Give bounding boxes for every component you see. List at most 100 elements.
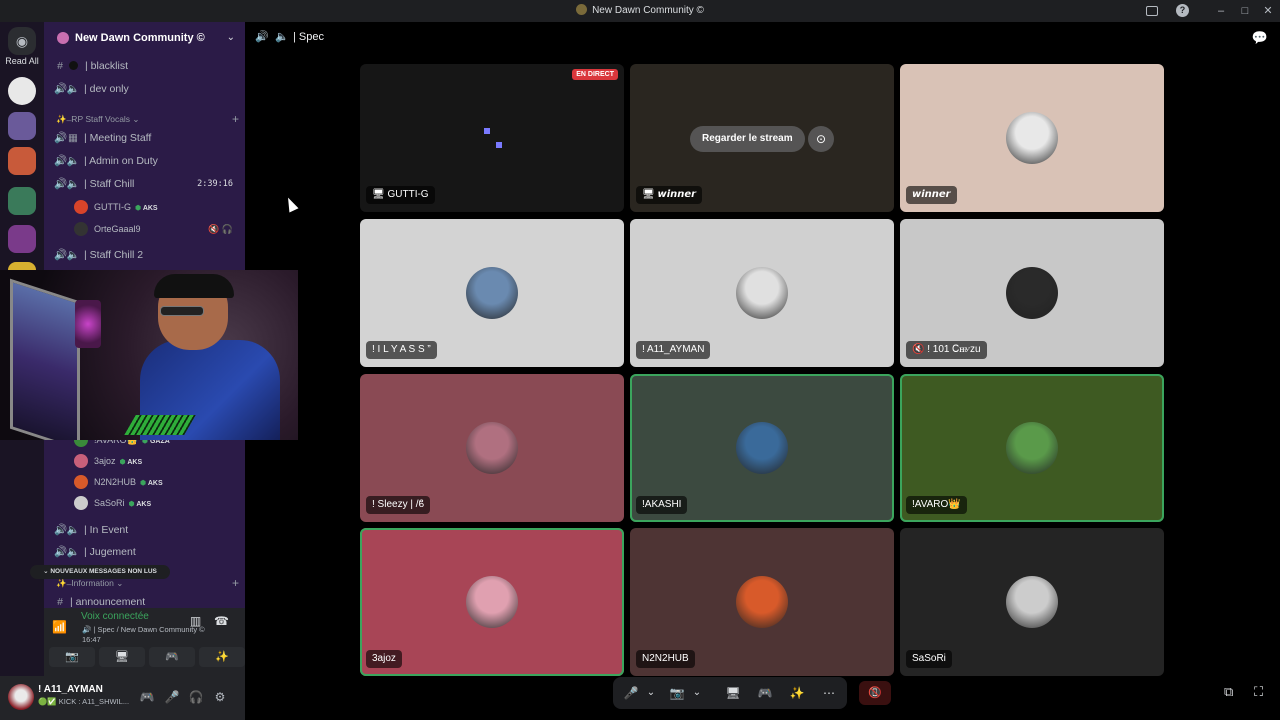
avatar xyxy=(466,267,518,319)
voice-user-3ajoz[interactable]: 3ajoz ⬢ AKS xyxy=(74,451,239,471)
participant-tile-sleezy[interactable]: ! Sleezy | /ϐ xyxy=(360,374,624,522)
server-folder[interactable] xyxy=(8,112,36,140)
server-folder[interactable] xyxy=(8,147,36,175)
participant-tile-3ajoz[interactable]: 3ajoz xyxy=(360,528,624,676)
gear-icon[interactable]: ⚙ xyxy=(211,688,229,706)
muted-icon: 🔇 🎧 xyxy=(208,224,233,234)
channel-jugement[interactable]: 🔊🔈 | Jugement xyxy=(54,542,239,562)
participant-tile-a11-ayman[interactable]: ! A11_AYMAN xyxy=(630,219,894,367)
chat-icon[interactable]: 💬 xyxy=(1252,30,1268,46)
minimize-button[interactable]: – xyxy=(1213,3,1229,19)
channel-header: 🔊 🔈 | Spec 💬 xyxy=(245,22,1280,52)
clan-tag: ⬢ AKS xyxy=(128,501,152,508)
clan-tag: ⬢ AKS xyxy=(119,459,143,466)
soundboard-button[interactable]: ✨ xyxy=(199,647,245,667)
leave-call-button[interactable]: 📵 xyxy=(859,681,891,705)
voice-timer: 2:39:16 xyxy=(197,179,233,189)
participant-tile-ilyass[interactable]: ! I L Y A S S ” xyxy=(360,219,624,367)
channel-admin-on-duty[interactable]: 🔊🔈 | Admin on Duty xyxy=(54,151,239,171)
chevron-down-icon[interactable]: ⌄ xyxy=(227,22,235,54)
unread-messages-pill[interactable]: ⌄ NOUVEAUX MESSAGES NON LUS xyxy=(30,565,170,579)
server-icon xyxy=(576,4,588,15)
avatar[interactable] xyxy=(8,684,34,710)
noise-suppression-icon[interactable]: ▥ xyxy=(190,614,201,628)
webcam-overlay xyxy=(0,270,298,440)
mic-icon[interactable]: 🎤 xyxy=(622,681,640,705)
fullscreen-icon[interactable]: ⛶ xyxy=(1254,684,1263,700)
participant-tile-akashi[interactable]: !AKASHI xyxy=(630,374,894,522)
gamepad-icon[interactable]: 🎮 xyxy=(138,688,156,706)
clan-tag: ⬢ AKS xyxy=(140,480,163,487)
disconnect-icon[interactable]: ☎ xyxy=(214,614,229,628)
maximize-button[interactable]: □ xyxy=(1237,3,1253,19)
avatar xyxy=(1006,112,1058,164)
participant-tile-avaro[interactable]: !AVARO👑 xyxy=(900,374,1164,522)
screen-share-icon[interactable]: 🖥 xyxy=(724,681,742,705)
category-rp-staff-vocals[interactable]: ✨ ̶ RP Staff Vocals ⌄ + xyxy=(56,111,241,127)
avatar xyxy=(74,200,88,214)
voice-user-ortegaaal9[interactable]: OrteGaaal9 🔇 🎧 xyxy=(74,219,239,239)
username[interactable]: ! A11_AYMAN xyxy=(38,684,103,695)
stream-preview xyxy=(484,128,490,134)
mic-options-chevron[interactable]: ⌄ xyxy=(644,681,658,705)
participant-name: 𝙬𝙞𝙣𝙣𝙚𝙧 xyxy=(906,186,957,204)
participant-tile-n2n2hub[interactable]: N2N2HUB xyxy=(630,528,894,676)
camera-options-chevron[interactable]: ⌄ xyxy=(690,681,704,705)
avatar xyxy=(74,496,88,510)
soundboard-icon[interactable]: ✨ xyxy=(788,681,806,705)
voice-channel-link[interactable]: 🔊 | Spec / New Dawn Community © xyxy=(82,625,205,634)
signal-icon[interactable]: 📶 xyxy=(52,620,67,634)
add-channel-icon[interactable]: + xyxy=(232,575,239,591)
pc-light xyxy=(75,300,101,348)
participant-tile-gutti-g[interactable]: EN DIRECT 🖥 GUTTI-G xyxy=(360,64,624,212)
more-options-icon[interactable]: ⋯ xyxy=(820,681,838,705)
voice-user-sasori[interactable]: SaSoRi ⬢ AKS xyxy=(74,493,239,513)
help-icon[interactable]: ? xyxy=(1176,4,1189,17)
participant-name: !AKASHI xyxy=(636,496,688,514)
speaker-icon: 🔈 xyxy=(275,31,289,43)
server-folder[interactable] xyxy=(8,187,36,215)
participant-tile-101[interactable]: 🔇 ! 101 Ꮯꮋꮍzu xyxy=(900,219,1164,367)
watch-stream-button[interactable]: Regarder le stream xyxy=(690,126,805,152)
voice-user-gutti-g[interactable]: GUTTI-G ⬢ AKS xyxy=(74,197,239,217)
add-channel-icon[interactable]: + xyxy=(232,111,239,127)
avatar xyxy=(74,475,88,489)
screen-share-button[interactable]: 🖥 xyxy=(99,647,145,667)
participant-name: 🔇 ! 101 Ꮯꮋꮍzu xyxy=(906,341,987,359)
server-header[interactable]: New Dawn Community © ⌄ xyxy=(44,22,245,54)
hashtag-icon: # xyxy=(57,60,63,72)
user-panel: ! A11_AYMAN 🟢✅ KICK : A11_SHWIL... 🎮 🎤 🎧… xyxy=(0,676,245,720)
participant-tile-winner-stream[interactable]: Regarder le stream ⊙ 🖥 𝙬𝙞𝙣𝙣𝙚𝙧 xyxy=(630,64,894,212)
speaker-icon: 🔈 xyxy=(66,155,80,167)
voice-elapsed-time: 16:47 xyxy=(82,635,101,644)
camera-icon[interactable]: 📷 xyxy=(668,681,686,705)
speaker-icon: 🔈 xyxy=(66,249,80,261)
activity-button[interactable]: 🎮 xyxy=(149,647,195,667)
channel-dev-only[interactable]: 🔊🔈 | dev only xyxy=(54,79,239,99)
server-folder[interactable] xyxy=(8,225,36,253)
person xyxy=(160,306,204,316)
channel-staff-chill-2[interactable]: 🔊🔈 | Staff Chill 2 xyxy=(54,245,239,265)
headphones-icon[interactable]: 🎧 xyxy=(187,688,205,706)
avatar xyxy=(1006,267,1058,319)
close-button[interactable]: ✕ xyxy=(1260,3,1276,19)
channel-staff-chill[interactable]: 🔊🔈 | Staff Chill 2:39:16 xyxy=(54,174,239,194)
camera-button[interactable]: 📷 xyxy=(49,647,95,667)
voice-icon: 🔊 xyxy=(54,524,68,536)
activity-icon[interactable]: 🎮 xyxy=(756,681,774,705)
popout-icon[interactable]: ⧉ xyxy=(1224,684,1233,700)
avatar xyxy=(736,422,788,474)
participant-tile-sasori[interactable]: SaSoRi xyxy=(900,528,1164,676)
channel-blacklist[interactable]: # | blacklist xyxy=(54,56,239,76)
participant-tile-winner[interactable]: 𝙬𝙞𝙣𝙣𝙚𝙧 xyxy=(900,64,1164,212)
voice-user-n2n2hub[interactable]: N2N2HUB ⬢ AKS xyxy=(74,472,239,492)
voice-icon: 🔊 xyxy=(54,155,68,167)
discord-home-icon[interactable]: ◉ xyxy=(8,27,36,55)
channel-meeting-staff[interactable]: 🔊▦ | Meeting Staff xyxy=(54,128,239,148)
channel-in-event[interactable]: 🔊🔈 | In Event xyxy=(54,520,239,540)
watch-icon[interactable]: ⊙ xyxy=(808,126,834,152)
mic-icon[interactable]: 🎤 xyxy=(163,688,181,706)
read-all-button[interactable]: Read All xyxy=(0,56,44,66)
server-icon-psh[interactable] xyxy=(8,77,36,105)
inbox-icon[interactable] xyxy=(1146,6,1158,16)
